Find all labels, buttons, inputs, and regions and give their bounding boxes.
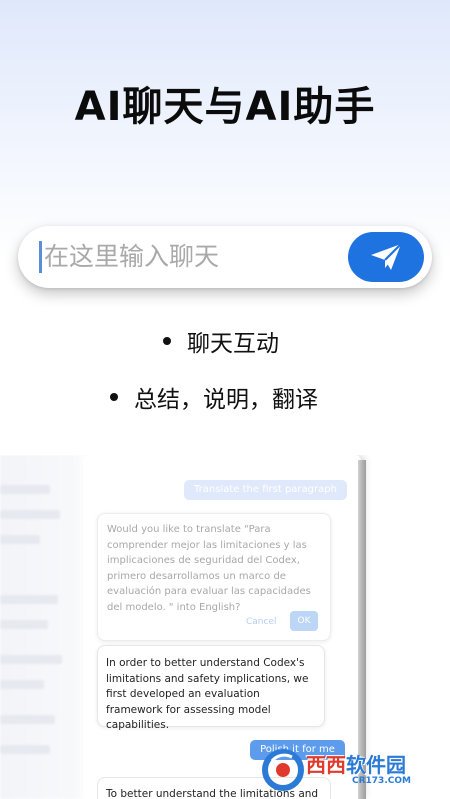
watermark-text: 西西软件园 — [306, 753, 406, 777]
user-message-bubble: Translate the first paragraph — [184, 480, 347, 500]
watermark-logo-icon — [262, 749, 304, 791]
chat-input-bar[interactable]: 在这里输入聊天 — [18, 226, 432, 288]
watermark-subtext: CR173.COM — [352, 776, 411, 786]
blurred-side-panel — [0, 455, 80, 799]
send-button[interactable] — [348, 232, 424, 282]
feature-item-tools: 总结，说明，翻译 — [110, 380, 318, 414]
watermark: 西西软件园 CR173.COM — [262, 749, 432, 791]
ai-message-text: In order to better understand Codex's li… — [106, 657, 309, 731]
bullet-dot — [110, 393, 118, 401]
dialog-message: Would you like to translate "Para compre… — [107, 524, 311, 613]
ok-button[interactable]: OK — [290, 611, 318, 631]
text-caret — [39, 241, 42, 273]
ai-message-bubble: In order to better understand Codex's li… — [97, 645, 325, 731]
chat-screen: Translate the first paragraph Would you … — [83, 455, 361, 799]
app-preview: Translate the first paragraph Would you … — [0, 455, 450, 799]
hero-title: AI聊天与AI助手 — [74, 84, 376, 130]
cancel-button[interactable]: Cancel — [246, 617, 277, 627]
bullet-dot — [163, 337, 171, 345]
feature-item-chat: 聊天互动 — [163, 324, 279, 358]
paper-plane-send-icon — [371, 243, 402, 270]
feature-label: 总结，说明，翻译 — [134, 387, 318, 413]
feature-label: 聊天互动 — [187, 331, 279, 357]
translate-confirm-dialog: Would you like to translate "Para compre… — [97, 513, 331, 641]
chat-input-placeholder[interactable]: 在这里输入聊天 — [44, 240, 219, 274]
